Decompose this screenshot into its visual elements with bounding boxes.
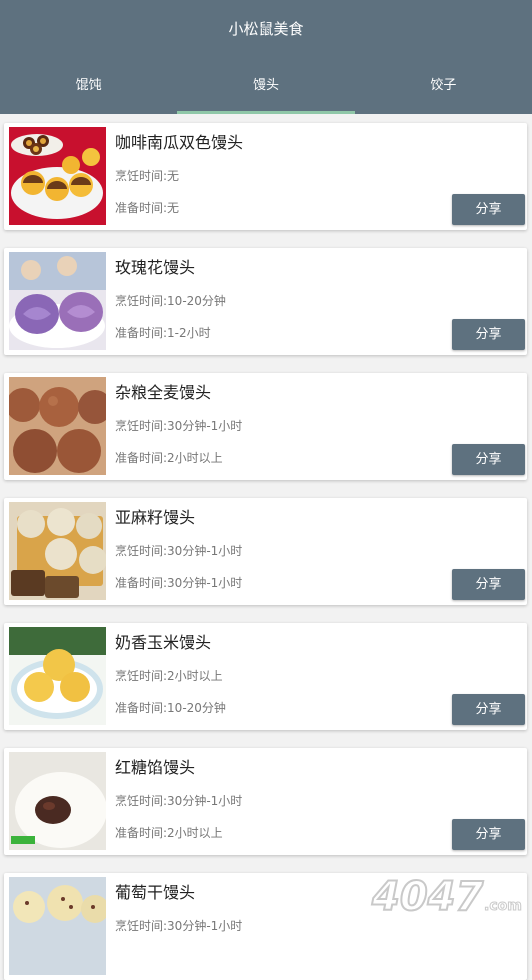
app-title: 小松鼠美食	[228, 20, 304, 38]
recipe-title: 红糖馅馒头	[115, 758, 196, 777]
recipe-title: 奶香玉米馒头	[115, 633, 212, 652]
recipe-title: 葡萄干馒头	[115, 883, 196, 902]
cook-time: 烹饪时间:30分钟-1小时	[115, 419, 243, 433]
prep-time: 准备时间:2小时以上	[115, 826, 223, 840]
cook-time: 烹饪时间:2小时以上	[115, 669, 223, 683]
brown-sugar-bun-photo	[9, 752, 106, 850]
raisin-bun-photo	[9, 877, 106, 975]
site-watermark: 4047 .com	[368, 870, 526, 921]
recipe-card[interactable]: 亚麻籽馒头 烹饪时间:30分钟-1小时 准备时间:30分钟-1小时 分享	[4, 498, 527, 605]
flaxseed-bun-photo	[9, 502, 106, 600]
rose-bun-photo	[9, 252, 106, 350]
recipe-card[interactable]: 玫瑰花馒头 烹饪时间:10-20分钟 准备时间:1-2小时 分享	[4, 248, 527, 355]
cook-time: 烹饪时间:30分钟-1小时	[115, 544, 243, 558]
two-color-bun-photo	[9, 127, 106, 225]
cook-time: 烹饪时间:30分钟-1小时	[115, 794, 243, 808]
prep-time: 准备时间:10-20分钟	[115, 701, 226, 715]
recipe-title: 咖啡南瓜双色馒头	[115, 133, 244, 152]
prep-time: 准备时间:30分钟-1小时	[115, 576, 243, 590]
recipe-title: 亚麻籽馒头	[115, 508, 196, 527]
prep-time: 准备时间:1-2小时	[115, 326, 211, 340]
share-button[interactable]: 分享	[452, 569, 525, 600]
cook-time: 烹饪时间:10-20分钟	[115, 294, 226, 308]
cook-time: 烹饪时间:无	[115, 169, 180, 183]
whole-wheat-bun-photo	[9, 377, 106, 475]
watermark-text: 4047	[371, 874, 483, 918]
tab-mantou[interactable]: 馒头	[177, 62, 355, 114]
app-header: 小松鼠美食 馄饨 馒头 饺子	[0, 0, 532, 114]
recipe-card[interactable]: 红糖馅馒头 烹饪时间:30分钟-1小时 准备时间:2小时以上 分享	[4, 748, 527, 855]
corn-bun-photo	[9, 627, 106, 725]
share-button[interactable]: 分享	[452, 194, 525, 225]
watermark-suffix: .com	[484, 898, 522, 914]
recipe-title: 杂粮全麦馒头	[115, 383, 212, 402]
prep-time: 准备时间:无	[115, 201, 180, 215]
share-button[interactable]: 分享	[452, 694, 525, 725]
prep-time: 准备时间:2小时以上	[115, 451, 223, 465]
tab-bar: 馄饨 馒头 饺子	[0, 62, 532, 114]
recipe-card[interactable]: 咖啡南瓜双色馒头 烹饪时间:无 准备时间:无 分享	[4, 123, 527, 230]
recipe-title: 玫瑰花馒头	[115, 258, 196, 277]
share-button[interactable]: 分享	[452, 319, 525, 350]
share-button[interactable]: 分享	[452, 444, 525, 475]
cook-time: 烹饪时间:30分钟-1小时	[115, 919, 243, 933]
recipe-card[interactable]: 杂粮全麦馒头 烹饪时间:30分钟-1小时 准备时间:2小时以上 分享	[4, 373, 527, 480]
share-button[interactable]: 分享	[452, 819, 525, 850]
tab-wonton[interactable]: 馄饨	[0, 62, 177, 114]
tab-dumplings[interactable]: 饺子	[355, 62, 532, 114]
recipe-card[interactable]: 奶香玉米馒头 烹饪时间:2小时以上 准备时间:10-20分钟 分享	[4, 623, 527, 730]
